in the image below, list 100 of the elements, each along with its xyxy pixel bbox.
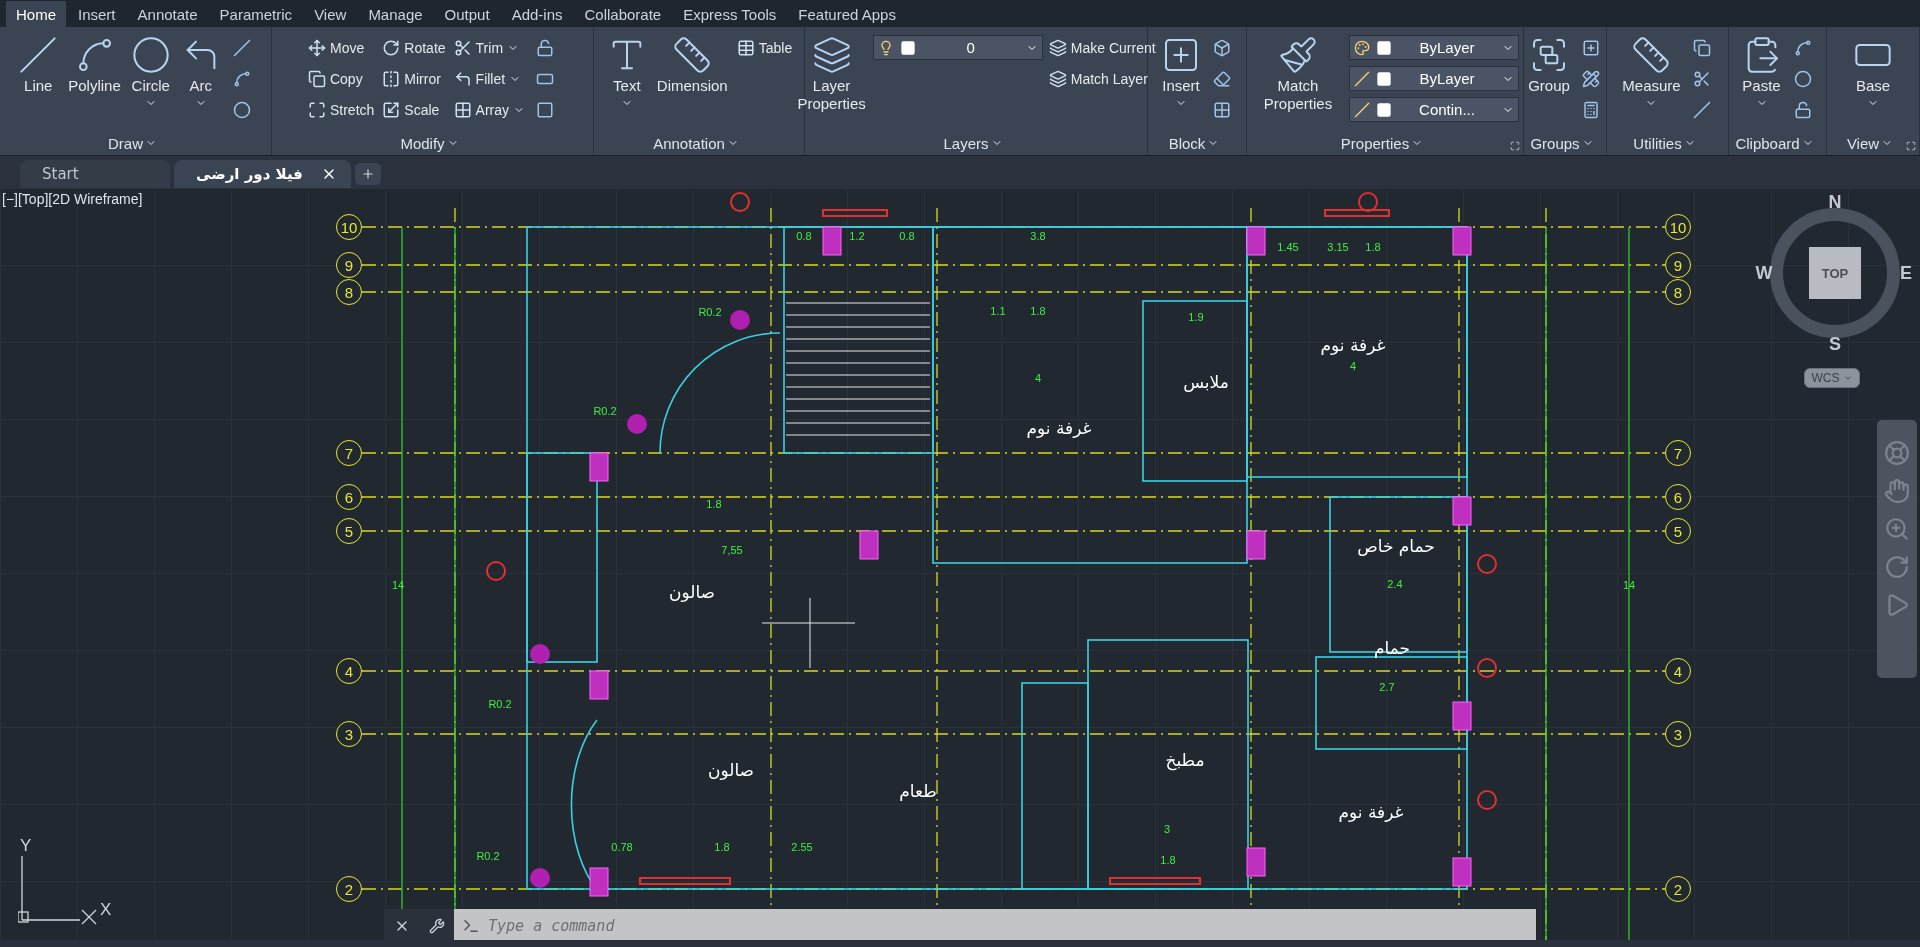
panel-title[interactable]: View — [1827, 131, 1919, 155]
command-bar[interactable]: Type a command — [454, 909, 1536, 940]
ribbon-button[interactable]: Base — [1850, 33, 1896, 131]
move-icon — [307, 38, 326, 57]
brush-icon — [1278, 35, 1318, 75]
viewport-label[interactable]: [−][Top][2D Wireframe] — [2, 191, 143, 207]
ribbon-button[interactable]: Rotate — [380, 33, 448, 62]
document-tab[interactable]: Start — [20, 160, 170, 188]
launcher-icon[interactable] — [1510, 141, 1520, 151]
grid-bubble: 2 — [1665, 876, 1691, 902]
grid-bubble: 6 — [1665, 484, 1691, 510]
ribbon-button[interactable]: Dimension — [653, 33, 731, 131]
ribbon-tab[interactable]: Manage — [358, 1, 433, 27]
ribbon-button[interactable]: Insert — [1158, 33, 1204, 131]
ribbon-button[interactable]: Paste — [1738, 33, 1785, 131]
ribbon-button[interactable]: Match Properties — [1251, 33, 1345, 131]
command-line-handle[interactable] — [384, 909, 454, 940]
copy-icon — [307, 69, 326, 88]
ribbon-button[interactable]: Copy — [305, 64, 377, 93]
ribbon-button[interactable]: Line — [15, 33, 62, 131]
dimension-text: R0.2 — [476, 850, 500, 862]
dimension-text: 1.8 — [1160, 854, 1176, 866]
dimension-text: 1.1 — [990, 305, 1006, 317]
dropdown-field[interactable]: ByLayer — [1349, 35, 1519, 60]
document-tab[interactable]: فيلا دور ارضى — [174, 160, 351, 188]
layers-icon — [1048, 69, 1067, 88]
stretch-icon — [307, 100, 326, 119]
grid-bubble: 8 — [336, 279, 362, 305]
ribbon-tab[interactable]: Home — [6, 1, 66, 27]
ribbon-button[interactable]: Trim — [451, 33, 528, 62]
copy-icon — [1692, 38, 1711, 57]
panel-title[interactable]: Groups — [1524, 131, 1606, 155]
axis-label: X — [100, 900, 112, 920]
ribbon-tab[interactable]: Output — [434, 1, 500, 27]
ribbon-button[interactable]: Stretch — [305, 95, 377, 124]
ribbon-button[interactable]: Fillet — [451, 64, 528, 93]
grid-bubble: 2 — [336, 876, 362, 902]
dropdown-field[interactable]: 0 — [872, 35, 1043, 60]
panel-title[interactable]: Utilities — [1607, 131, 1728, 155]
ribbon-button[interactable]: Array — [451, 95, 528, 124]
ribbon-button[interactable]: Mirror — [380, 64, 448, 93]
dimension-text: 1.9 — [1188, 311, 1204, 323]
dimension-text: 1.8 — [706, 498, 722, 510]
ribbon-tab[interactable]: Featured Apps — [788, 1, 906, 27]
ribbon-tab[interactable]: Parametric — [209, 1, 303, 27]
ribbon-tab[interactable]: Annotate — [127, 1, 208, 27]
circle-icon — [232, 100, 251, 119]
command-input[interactable]: Type a command — [486, 915, 1528, 936]
ribbon-button[interactable]: Table — [734, 33, 795, 62]
panel-title[interactable]: Annotation — [594, 131, 804, 155]
dimension-text: 2.55 — [791, 841, 813, 853]
ribbon-button[interactable]: Layer Properties — [794, 33, 869, 131]
dimension-text: 3.15 — [1327, 241, 1349, 253]
grid-bubble: 3 — [336, 721, 362, 747]
grid-bubble: 10 — [1665, 214, 1691, 240]
panel-title[interactable]: Draw — [0, 131, 271, 155]
ruler-icon — [1631, 35, 1672, 75]
room-label: غرفة نوم — [1026, 418, 1092, 438]
dimension-text: 3.8 — [1030, 230, 1046, 242]
panel-title[interactable]: Layers — [805, 131, 1147, 155]
scale-icon — [382, 100, 401, 119]
layers-icon — [811, 35, 852, 75]
room-label: صالون — [668, 582, 716, 602]
square-icon — [536, 100, 555, 119]
ribbon-tab[interactable]: Collaborate — [574, 1, 672, 27]
ribbon-tab[interactable]: View — [304, 1, 357, 27]
grid-bubble: 7 — [336, 440, 362, 466]
circle-icon — [1793, 69, 1812, 88]
dimension-text: 7,55 — [721, 544, 743, 556]
line-icon — [1692, 100, 1711, 119]
new-tab-button[interactable] — [354, 163, 381, 185]
cube-icon — [1213, 38, 1231, 57]
ribbon-button[interactable]: Scale — [380, 95, 448, 124]
ribbon-button[interactable]: Polyline — [65, 33, 124, 131]
panel-title[interactable]: Clipboard — [1729, 131, 1826, 155]
ribbon-tab[interactable]: Insert — [68, 1, 126, 27]
ribbon-tab[interactable]: Add-ins — [501, 1, 573, 27]
grid-bubble: 6 — [336, 484, 362, 510]
ribbon-tab[interactable]: Express Tools — [673, 1, 787, 27]
ribbon-button[interactable]: Move — [305, 33, 377, 62]
launcher-icon[interactable] — [1906, 141, 1916, 151]
panel-title[interactable]: Properties — [1247, 131, 1523, 155]
ribbon-button[interactable]: Group — [1525, 33, 1573, 131]
panel-title[interactable]: Modify — [272, 131, 593, 155]
square-plus-icon — [1581, 38, 1600, 57]
viewcube-face[interactable]: TOP — [1809, 247, 1861, 299]
ribbon-button[interactable]: Text — [603, 33, 650, 131]
ribbon-button[interactable]: Match Layer — [1046, 64, 1158, 93]
ribbon-button[interactable]: Circle — [127, 33, 174, 131]
ribbon-button[interactable]: Arc — [177, 33, 224, 131]
ribbon-button[interactable]: Make Current — [1046, 33, 1158, 62]
dropdown-field[interactable]: ByLayer — [1349, 66, 1519, 91]
dropdown-field[interactable]: Contin... — [1349, 97, 1519, 122]
grid-bubble: 9 — [1665, 252, 1691, 278]
grid-bubble: 4 — [336, 658, 362, 684]
ribbon-button[interactable]: Measure — [1619, 33, 1684, 131]
padlock-icon — [1793, 100, 1812, 119]
panel-title[interactable]: Block — [1148, 131, 1246, 155]
pencil-ruler-icon — [1581, 69, 1600, 88]
dimension-text: R0.2 — [698, 306, 722, 318]
